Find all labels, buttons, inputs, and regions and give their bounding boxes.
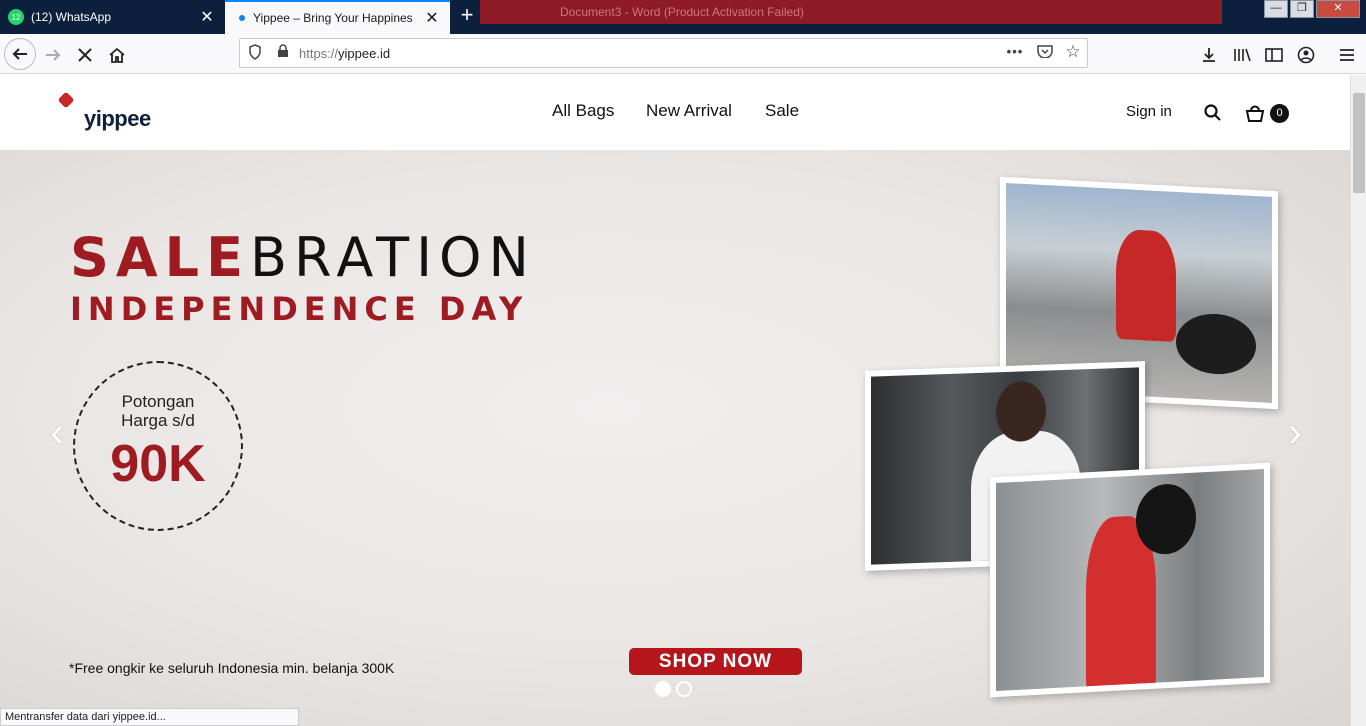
hero-title-rest: BRATION	[249, 226, 536, 289]
carousel-prev-icon[interactable]: ‹	[42, 411, 72, 453]
tab-yippee[interactable]: Yippee – Bring Your Happines ✕	[225, 0, 450, 34]
close-tab-icon[interactable]: ✕	[195, 7, 219, 27]
library-button[interactable]	[1229, 42, 1255, 68]
nav-toolbar: https://yippee.id ••• ☆	[0, 34, 1366, 74]
background-window: Document3 - Word (Product Activation Fai…	[480, 0, 1222, 24]
carousel-dot[interactable]	[655, 681, 671, 697]
nav-new-arrival[interactable]: New Arrival	[646, 101, 732, 121]
tab-title: (12) WhatsApp	[31, 10, 112, 24]
sign-in-link[interactable]: Sign in	[1126, 103, 1172, 120]
carousel-dots	[655, 681, 692, 697]
discount-amount: 90K	[110, 435, 206, 493]
status-bar: Mentransfer data dari yippee.id...	[0, 708, 299, 726]
arrow-left-icon	[12, 48, 27, 60]
discount-badge: Potongan Harga s/d 90K	[73, 361, 243, 531]
carousel-next-icon[interactable]: ›	[1280, 411, 1310, 453]
sidebar-icon	[1265, 48, 1283, 62]
product-photo-woman-red	[990, 462, 1270, 698]
sidebar-button[interactable]	[1261, 42, 1287, 68]
shipping-note: *Free ongkir ke seluruh Indonesia min. b…	[69, 660, 395, 676]
restore-button[interactable]: ❐	[1290, 0, 1314, 18]
site-header: yippee All Bags New Arrival Sale Sign in…	[0, 75, 1350, 150]
discount-line-2: Harga s/d	[121, 411, 195, 430]
shopping-bag-icon[interactable]	[1244, 102, 1266, 124]
hamburger-icon	[1340, 49, 1354, 61]
hero-title: SALEBRATION	[70, 228, 536, 288]
close-window-button[interactable]: ✕	[1316, 0, 1360, 18]
stop-loading-button[interactable]	[72, 42, 98, 68]
home-icon	[109, 47, 125, 63]
new-tab-button[interactable]: +	[456, 4, 478, 27]
shield-icon[interactable]	[246, 44, 264, 62]
bookmark-star-icon[interactable]: ☆	[1064, 42, 1082, 61]
hero-subtitle: INDEPENDENCE DAY	[70, 290, 529, 328]
browser-titlebar: 12 (12) WhatsApp ✕ Yippee – Bring Your H…	[0, 0, 1366, 34]
library-icon	[1234, 48, 1251, 62]
logo-heart-icon	[57, 91, 75, 109]
hero-title-highlight: SALE	[70, 226, 250, 289]
page-scrollbar[interactable]	[1350, 75, 1366, 726]
cart-count-badge: 0	[1270, 104, 1289, 123]
home-button[interactable]	[104, 42, 130, 68]
site-logo[interactable]: yippee	[57, 91, 151, 132]
downloads-button[interactable]	[1196, 42, 1222, 68]
menu-button[interactable]	[1334, 42, 1360, 68]
download-icon	[1203, 48, 1215, 62]
whatsapp-icon: 12	[8, 9, 24, 25]
scrollbar-thumb[interactable]	[1353, 93, 1365, 193]
arrow-right-icon	[46, 49, 61, 61]
lock-icon[interactable]	[274, 44, 292, 62]
close-tab-icon[interactable]: ✕	[420, 8, 444, 28]
nav-sale[interactable]: Sale	[765, 101, 799, 121]
more-actions-icon[interactable]: •••	[1006, 44, 1024, 62]
hero-banner[interactable]: SALEBRATION INDEPENDENCE DAY Potongan Ha…	[0, 150, 1350, 726]
tab-title: Yippee – Bring Your Happines	[253, 11, 413, 25]
minimize-button[interactable]: —	[1264, 0, 1288, 18]
search-icon[interactable]	[1204, 104, 1221, 121]
back-button[interactable]	[4, 38, 36, 70]
logo-text: yippee	[84, 106, 151, 131]
address-bar[interactable]: https://yippee.id ••• ☆	[239, 38, 1088, 68]
pocket-icon[interactable]	[1036, 44, 1054, 62]
carousel-dot[interactable]	[676, 681, 692, 697]
url-text: https://yippee.id	[299, 46, 391, 61]
account-button[interactable]	[1293, 42, 1319, 68]
nav-all-bags[interactable]: All Bags	[552, 101, 614, 121]
close-icon	[78, 48, 92, 62]
discount-line-1: Potongan	[121, 392, 195, 411]
tab-whatsapp[interactable]: 12 (12) WhatsApp ✕	[0, 0, 225, 34]
account-icon	[1297, 46, 1315, 64]
forward-button[interactable]	[40, 42, 66, 68]
shop-now-button[interactable]: SHOP NOW	[629, 648, 802, 675]
loading-dot-icon	[239, 15, 245, 21]
window-controls: — ❐ ✕	[1264, 0, 1360, 18]
